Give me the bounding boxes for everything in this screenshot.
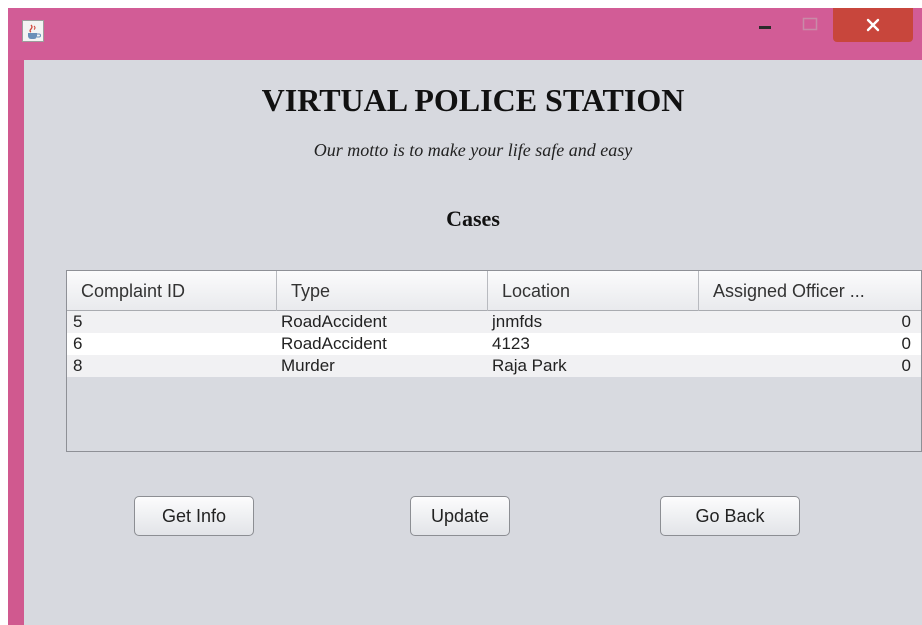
minimize-icon [759,26,771,29]
cell-assigned-officer: 0 [901,334,911,353]
go-back-button[interactable]: Go Back [660,496,800,536]
maximize-icon [802,17,818,31]
table-row[interactable]: 6 RoadAccident 4123 0 [67,333,921,355]
table-row[interactable]: 8 Murder Raja Park 0 [67,355,921,377]
java-cup-icon [22,20,44,42]
application-window: VIRTUAL POLICE STATION Our motto is to m… [8,8,922,625]
cell-location: Raja Park [492,356,567,375]
cell-location: 4123 [492,334,530,353]
column-header-assigned-officer[interactable]: Assigned Officer ... [699,271,921,311]
cell-complaint-id: 6 [73,334,83,353]
cell-complaint-id: 5 [73,312,83,331]
cell-type: Murder [281,356,335,375]
column-header-location[interactable]: Location [488,271,699,311]
cases-heading: Cases [446,206,500,231]
cell-assigned-officer: 0 [901,356,911,375]
minimize-button[interactable] [745,8,785,40]
maximize-button[interactable] [790,8,830,40]
get-info-button[interactable]: Get Info [134,496,254,536]
close-icon [866,18,880,32]
content-panel: VIRTUAL POLICE STATION Our motto is to m… [24,60,922,625]
cell-assigned-officer: 0 [901,312,911,331]
column-header-type[interactable]: Type [277,271,488,311]
cell-type: RoadAccident [281,312,387,331]
title-bar[interactable] [8,8,922,60]
update-button[interactable]: Update [410,496,510,536]
cell-complaint-id: 8 [73,356,83,375]
close-button[interactable] [833,8,913,42]
column-header-complaint-id[interactable]: Complaint ID [67,271,277,311]
cell-type: RoadAccident [281,334,387,353]
cases-table[interactable]: Complaint ID Type Location Assigned Offi… [66,270,922,452]
cell-location: jnmfds [492,312,543,331]
table-row[interactable]: 5 RoadAccident jnmfds 0 [67,311,921,333]
app-title: VIRTUAL POLICE STATION [261,82,685,118]
table-header: Complaint ID Type Location Assigned Offi… [67,271,921,311]
motto-text: Our motto is to make your life safe and … [313,140,633,160]
